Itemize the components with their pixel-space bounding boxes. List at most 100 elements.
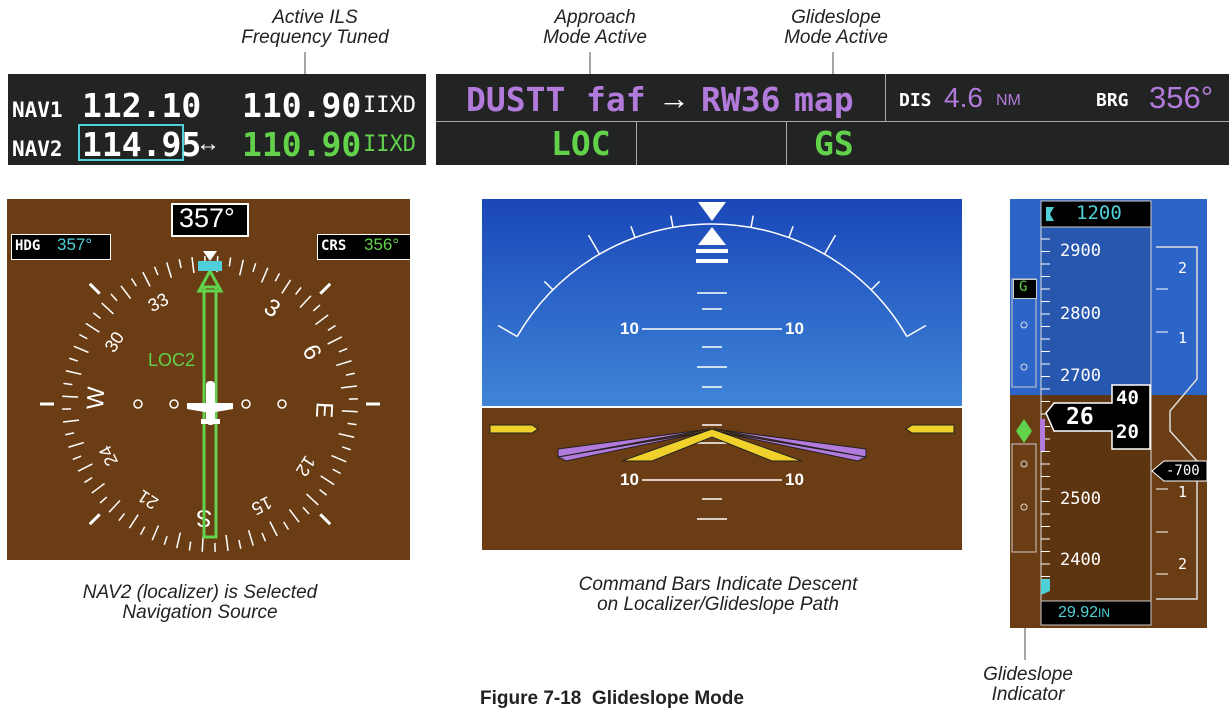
- compass-tick: [314, 314, 329, 326]
- to-waypoint: RW36: [701, 80, 781, 119]
- compass-tick: [347, 422, 357, 426]
- hsi-panel: 3 6 E 12 15 S 21 24 W 30 33 357° HDG 357° CRS 356°…: [7, 199, 410, 560]
- dis-label: DIS: [899, 90, 932, 111]
- compass-tick: [178, 259, 182, 269]
- baro-value: 29.92: [1058, 604, 1099, 621]
- compass-tick: [84, 477, 93, 484]
- compass-tick: [73, 345, 89, 354]
- compass-outer-mark: [319, 282, 332, 295]
- flight-plan-mode-box: DUSTT faf → RW36 map DIS 4.6 NM BRG 356°…: [436, 74, 1229, 165]
- compass-tick: [91, 482, 106, 494]
- compass-tick: [163, 535, 168, 545]
- compass-tick: [65, 369, 82, 376]
- wing-bar-left: [489, 424, 539, 434]
- brg-label: BRG: [1096, 90, 1129, 111]
- caption-line: Navigation Source: [122, 602, 278, 623]
- hdg-value: 357°: [57, 235, 93, 254]
- vsi-scale-label: 1: [1178, 329, 1188, 347]
- heading-readout: 357°: [179, 203, 235, 233]
- compass-label: 33: [145, 289, 172, 316]
- compass-outer-mark: [88, 513, 101, 526]
- compass-label: 24: [95, 442, 122, 469]
- nav2-standby-frequency: 114.95: [82, 125, 202, 164]
- compass-tick: [175, 532, 182, 549]
- compass-label: 15: [248, 492, 275, 519]
- altitude-tape-label: 2400: [1060, 550, 1101, 570]
- compass-tick: [108, 500, 121, 513]
- compass-tick: [338, 347, 348, 353]
- compass-tick: [238, 259, 245, 276]
- compass-tick: [63, 382, 73, 386]
- caption-line: on Localizer/Glideslope Path: [597, 594, 839, 615]
- nav-source-label: LOC2: [148, 350, 196, 370]
- nav1-ident: IIXD: [363, 93, 416, 118]
- cdi-dot: [277, 399, 287, 409]
- compass-tick: [288, 508, 300, 523]
- compass-tick: [312, 304, 321, 312]
- aircraft-symbol-icon: [621, 428, 803, 462]
- pitch-label-upper-right: 10: [785, 319, 804, 338]
- vertical-mode-annunciator: GS: [814, 124, 854, 163]
- compass-tick: [302, 506, 310, 515]
- compass-tick: [72, 455, 82, 461]
- compass-label: 12: [292, 452, 320, 480]
- roll-tick: [750, 215, 754, 228]
- nav2-ident: IIXD: [363, 132, 416, 157]
- compass-tick: [62, 395, 79, 398]
- nav2-label: NAV2: [12, 137, 63, 161]
- compass-label: 3: [259, 293, 285, 323]
- compass-tick: [319, 488, 328, 496]
- mode-divider-1: [636, 121, 637, 165]
- crs-value: 356°: [364, 235, 400, 254]
- attitude-graphic: [489, 202, 955, 520]
- compass-tick: [77, 463, 93, 472]
- compass-tick: [101, 302, 114, 315]
- caption-line: NAV2 (localizer) is Selected: [82, 582, 318, 603]
- figure-caption: Figure 7-18 Glideslope Mode: [480, 688, 744, 709]
- compass-tick: [130, 278, 137, 287]
- roll-tick: [670, 215, 674, 228]
- current-altitude-tens-upper: 40: [1116, 387, 1139, 409]
- nav1-active-frequency: 110.90: [242, 86, 362, 125]
- compass-tick: [247, 530, 254, 546]
- compass-tick: [120, 285, 132, 300]
- compass-tick: [65, 432, 75, 436]
- compass-tick: [85, 322, 100, 333]
- vsi-scale-label: 1: [1178, 483, 1188, 501]
- roll-pointer-icon: [698, 202, 726, 221]
- altitude-tape-label: 2800: [1060, 304, 1101, 324]
- compass-outer-mark: [319, 513, 332, 526]
- attitude-caption: Command Bars Indicate Descent on Localiz…: [528, 575, 908, 615]
- caption-line: Command Bars Indicate Descent: [578, 574, 858, 595]
- compass-tick: [110, 293, 118, 302]
- baro-unit: IN: [1098, 606, 1111, 620]
- baro-setting[interactable]: 29.92IN: [1058, 604, 1110, 622]
- compass-tick: [151, 525, 160, 541]
- selected-altitude[interactable]: 1200: [1076, 202, 1122, 224]
- from-waypoint: DUSTT: [466, 80, 566, 119]
- compass-tick: [68, 441, 84, 448]
- waypoint-divider: [885, 74, 886, 121]
- compass-tick: [299, 295, 312, 308]
- heading-bug-icon: [198, 261, 222, 271]
- vertical-speed-value: -700: [1166, 463, 1200, 479]
- compass-tick: [118, 513, 126, 522]
- compass-tick: [238, 539, 242, 549]
- pitch-label-lower-right: 10: [785, 470, 804, 489]
- nav1-label: NAV1: [12, 98, 63, 122]
- current-altitude-tens-lower: 20: [1116, 421, 1139, 443]
- compass-tick: [92, 312, 101, 320]
- compass-tick: [99, 496, 108, 504]
- compass-tick: [274, 272, 281, 282]
- to-waypoint-type: map: [794, 80, 854, 119]
- altitude-tape-label: 2500: [1060, 489, 1101, 509]
- callout-line: Indicator: [991, 684, 1065, 705]
- compass-tick: [340, 385, 357, 389]
- cdi-dot: [169, 399, 179, 409]
- altitude-tape-label: 2700: [1060, 366, 1101, 386]
- hsi-caption: NAV2 (localizer) is Selected Navigation …: [40, 583, 360, 623]
- vsi-scale-label: 2: [1178, 555, 1188, 573]
- roll-tick: [630, 226, 636, 238]
- compass-tick: [327, 324, 336, 331]
- pitch-label-lower-left: 10: [620, 470, 639, 489]
